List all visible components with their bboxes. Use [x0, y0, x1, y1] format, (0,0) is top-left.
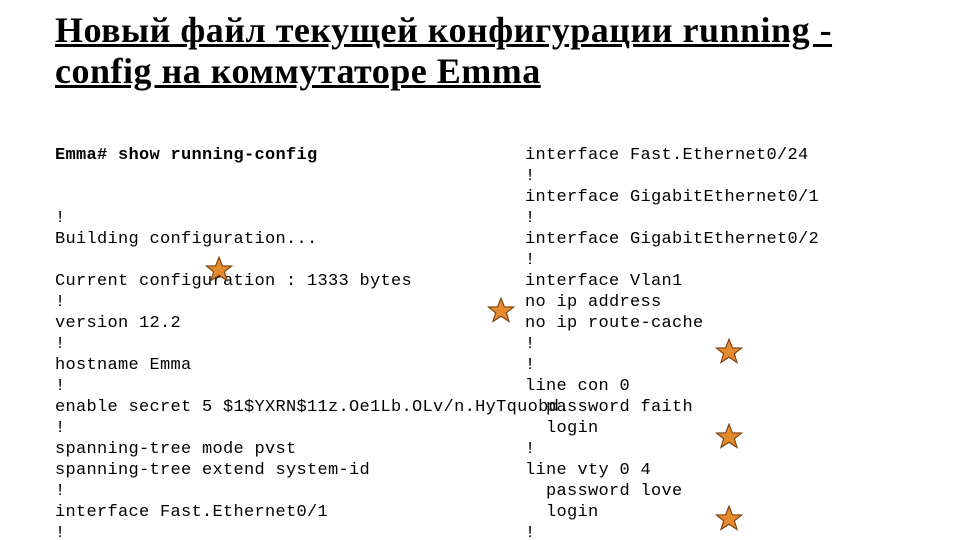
config-line: !: [55, 418, 525, 439]
config-line: password love: [525, 481, 905, 502]
config-line: !: [525, 523, 905, 540]
config-line: line vty 0 4: [525, 460, 905, 481]
config-line: !: [525, 208, 905, 229]
config-line: login: [525, 502, 905, 523]
config-line: !: [525, 355, 905, 376]
config-line: interface Fast.Ethernet0/1: [55, 502, 525, 523]
config-right-column: interface Fast.Ethernet0/24!interface Gi…: [525, 103, 905, 540]
config-line: !: [55, 523, 525, 540]
config-line: !: [55, 376, 525, 397]
config-line: interface Fast.Ethernet0/24: [525, 145, 905, 166]
config-line: line con 0: [525, 376, 905, 397]
config-line: no ip address: [525, 292, 905, 313]
config-columns: Emma# show running-config !Building conf…: [55, 103, 920, 540]
config-line: interface GigabitEthernet0/1: [525, 187, 905, 208]
config-line: enable secret 5 $1$YXRN$11z.Oe1Lb.OLv/n.…: [55, 397, 525, 418]
config-line: password faith: [525, 397, 905, 418]
config-line: [55, 250, 525, 271]
config-line: spanning-tree mode pvst: [55, 439, 525, 460]
config-line: !: [55, 481, 525, 502]
config-left-column: Emma# show running-config !Building conf…: [55, 103, 525, 540]
config-line: no ip route-cache: [525, 313, 905, 334]
config-line: version 12.2: [55, 313, 525, 334]
config-line: hostname Emma: [55, 355, 525, 376]
cli-prompt-line: Emma# show running-config: [55, 145, 525, 166]
config-line: !: [525, 334, 905, 355]
config-line: !: [525, 166, 905, 187]
config-line: interface Vlan1: [525, 271, 905, 292]
config-line: !: [525, 439, 905, 460]
slide: Новый файл текущей конфигурации running …: [0, 0, 960, 540]
config-line: !: [55, 292, 525, 313]
config-right-lines: interface Fast.Ethernet0/24!interface Gi…: [525, 145, 905, 540]
config-line: !: [55, 334, 525, 355]
slide-title: Новый файл текущей конфигурации running …: [55, 10, 920, 93]
config-line: Building configuration...: [55, 229, 525, 250]
config-left-lines: !Building configuration... Current confi…: [55, 208, 525, 540]
cli-hostname: Emma#: [55, 146, 108, 165]
config-line: spanning-tree extend system-id: [55, 460, 525, 481]
config-line: Current configuration : 1333 bytes: [55, 271, 525, 292]
config-line: login: [525, 418, 905, 439]
config-line: !: [55, 208, 525, 229]
config-line: !: [525, 250, 905, 271]
cli-command: show running-config: [118, 146, 318, 165]
config-line: interface GigabitEthernet0/2: [525, 229, 905, 250]
